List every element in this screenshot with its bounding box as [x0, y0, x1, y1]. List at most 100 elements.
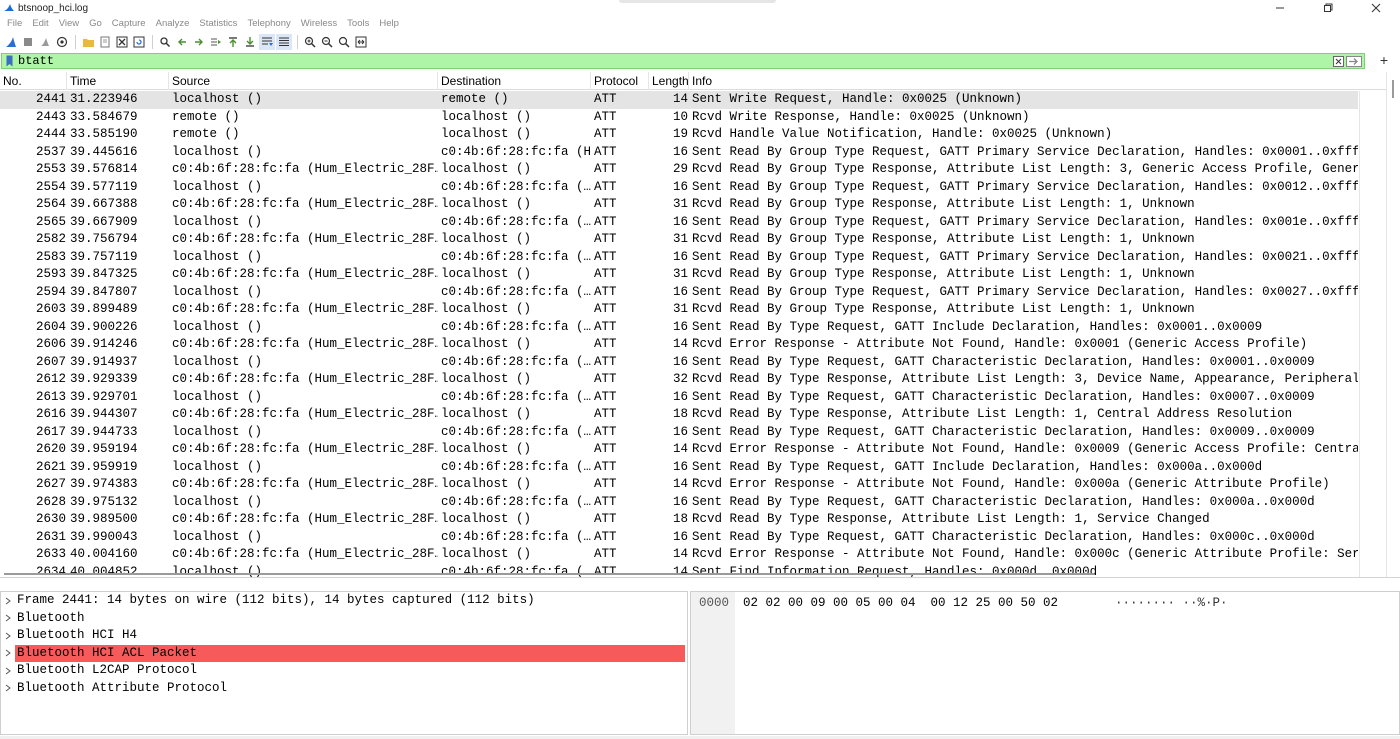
packet-no: 2631	[35, 529, 66, 544]
open-file-button[interactable]	[80, 34, 96, 50]
vertical-scroll-thumb[interactable]	[1392, 80, 1394, 98]
packet-row[interactable]: 2633 40.004160 c0:4b:6f:28:fc:fa (Hum_Elec…	[0, 546, 1358, 564]
bytes-hex[interactable]: 02 02 00 09 00 05 00 04 00 12 25 00 50 0…	[743, 595, 1058, 611]
restore-button[interactable]	[1304, 0, 1352, 16]
packet-row[interactable]: 2606 39.914246 c0:4b:6f:28:fc:fa (Hum_Elec…	[0, 336, 1358, 354]
close-file-button[interactable]	[114, 34, 130, 50]
detail-row-att[interactable]: Bluetooth Attribute Protocol	[1, 680, 687, 698]
resize-columns-button[interactable]	[353, 34, 369, 50]
find-packet-button[interactable]	[157, 34, 173, 50]
start-capture-button[interactable]	[3, 34, 19, 50]
menu-capture[interactable]: Capture	[107, 16, 151, 32]
filter-bookmark-button[interactable]	[4, 54, 15, 68]
stop-capture-button[interactable]	[20, 34, 36, 50]
reload-file-button[interactable]	[131, 34, 147, 50]
expand-chevron-icon[interactable]	[1, 680, 15, 698]
packet-row[interactable]: 2553 39.576814 c0:4b:6f:28:fc:fa (Hum_Elec…	[0, 161, 1358, 179]
colorize-button[interactable]	[276, 34, 292, 50]
zoom-in-button[interactable]	[302, 34, 318, 50]
packet-row[interactable]: 2607 39.914937 localhost () c0:4b:6f:28:fc:…	[0, 354, 1358, 372]
menu-view[interactable]: View	[54, 16, 84, 32]
packet-info: Rcvd Read By Group Type Response, Attrib…	[692, 232, 1195, 246]
detail-row-frame[interactable]: Frame 2441: 14 bytes on wire (112 bits),…	[1, 592, 687, 610]
packet-row[interactable]: 2604 39.900226 localhost () c0:4b:6f:28:fc:…	[0, 319, 1358, 337]
expand-chevron-icon[interactable]	[1, 645, 15, 663]
bytes-ascii[interactable]: ········ ··%·P·	[1115, 595, 1228, 611]
packet-row[interactable]: 2565 39.667909 localhost () c0:4b:6f:28:fc:…	[0, 214, 1358, 232]
go-to-packet-button[interactable]	[208, 34, 224, 50]
column-header-length[interactable]: Length	[649, 72, 689, 90]
menu-analyze[interactable]: Analyze	[151, 16, 195, 32]
expand-chevron-icon[interactable]	[1, 592, 15, 610]
packet-row[interactable]: 2603 39.899489 c0:4b:6f:28:fc:fa (Hum_Elec…	[0, 301, 1358, 319]
zoom-out-button[interactable]	[319, 34, 335, 50]
clear-filter-icon[interactable]	[1333, 56, 1344, 67]
snap-layout-handle[interactable]	[619, 0, 776, 3]
packet-row[interactable]: 2612 39.929339 c0:4b:6f:28:fc:fa (Hum_Elec…	[0, 371, 1358, 389]
close-window-button[interactable]	[1352, 0, 1400, 16]
column-header-protocol[interactable]: Protocol	[591, 72, 649, 90]
packet-row[interactable]: 2554 39.577119 localhost () c0:4b:6f:28:fc:…	[0, 179, 1358, 197]
packet-row[interactable]: 2444 33.585190 remote () localhost () ATT 19 R…	[0, 126, 1358, 144]
apply-filter-arrow-icon[interactable]	[1346, 56, 1362, 67]
zoom-normal-button[interactable]	[336, 34, 352, 50]
packet-row[interactable]: 2620 39.959194 c0:4b:6f:28:fc:fa (Hum_Elec…	[0, 441, 1358, 459]
packet-row[interactable]: 2631 39.990043 localhost () c0:4b:6f:28:fc:…	[0, 529, 1358, 547]
display-filter-input[interactable]	[15, 54, 1315, 68]
packet-row[interactable]: 2616 39.944307 c0:4b:6f:28:fc:fa (Hum_Elec…	[0, 406, 1358, 424]
packet-row[interactable]: 2564 39.667388 c0:4b:6f:28:fc:fa (Hum_Elec…	[0, 196, 1358, 214]
autoscroll-button[interactable]	[259, 34, 275, 50]
packet-row[interactable]: 2582 39.756794 c0:4b:6f:28:fc:fa (Hum_Elec…	[0, 231, 1358, 249]
packet-row[interactable]: 2621 39.959919 localhost () c0:4b:6f:28:fc:…	[0, 459, 1358, 477]
go-forward-button[interactable]	[191, 34, 207, 50]
menu-wireless[interactable]: Wireless	[296, 16, 342, 32]
column-header-info[interactable]: Info	[689, 72, 1386, 90]
expand-chevron-icon[interactable]	[1, 610, 15, 628]
column-header-time[interactable]: Time	[67, 72, 169, 90]
column-header-no[interactable]: No.	[0, 72, 67, 90]
save-file-button[interactable]	[97, 34, 113, 50]
menu-go[interactable]: Go	[84, 16, 107, 32]
packet-row[interactable]: 2593 39.847325 c0:4b:6f:28:fc:fa (Hum_Elec…	[0, 266, 1358, 284]
menu-edit[interactable]: Edit	[27, 16, 53, 32]
packet-list-horizontal-scrollbar[interactable]	[0, 570, 1386, 577]
go-back-button[interactable]	[174, 34, 190, 50]
packet-row[interactable]: 2630 39.989500 c0:4b:6f:28:fc:fa (Hum_Elec…	[0, 511, 1358, 529]
column-header-source[interactable]: Source	[169, 72, 438, 90]
menu-help[interactable]: Help	[374, 16, 404, 32]
expand-chevron-icon[interactable]	[1, 662, 15, 680]
packet-destination: c0:4b:6f:28:fc:fa (…	[441, 494, 591, 509]
menu-telephony[interactable]: Telephony	[242, 16, 295, 32]
packet-info: Sent Read By Type Request, GATT Characte…	[692, 354, 1315, 369]
go-last-button[interactable]	[242, 34, 258, 50]
packet-time: 39.959194	[70, 442, 138, 456]
packet-row[interactable]: 2443 33.584679 remote () localhost () ATT 10 R…	[0, 109, 1358, 127]
packet-list-vertical-scrollbar[interactable]	[1386, 72, 1400, 577]
horizontal-scroll-thumb[interactable]	[4, 573, 1094, 575]
packet-row[interactable]: 2537 39.445616 localhost () c0:4b:6f:28:fc:…	[0, 144, 1358, 162]
menu-file[interactable]: File	[2, 16, 27, 32]
expand-chevron-icon[interactable]	[1, 627, 15, 645]
packet-row[interactable]: 2627 39.974383 c0:4b:6f:28:fc:fa (Hum_Elec…	[0, 476, 1358, 494]
detail-row-l2cap[interactable]: Bluetooth L2CAP Protocol	[1, 662, 687, 680]
packet-row[interactable]: 2583 39.757119 localhost () c0:4b:6f:28:fc:…	[0, 249, 1358, 267]
packet-row[interactable]: 2628 39.975132 localhost () c0:4b:6f:28:fc:…	[0, 494, 1358, 512]
packet-row[interactable]: 2594 39.847807 localhost () c0:4b:6f:28:fc:…	[0, 284, 1358, 302]
menu-statistics[interactable]: Statistics	[194, 16, 242, 32]
go-first-button[interactable]	[225, 34, 241, 50]
detail-row-hci-acl[interactable]: Bluetooth HCI ACL Packet	[1, 644, 687, 663]
add-filter-button[interactable]: +	[1378, 53, 1390, 69]
packet-source: c0:4b:6f:28:fc:fa (Hum_Electric_28F…	[172, 477, 438, 491]
packet-row[interactable]: 2613 39.929701 localhost () c0:4b:6f:28:fc:…	[0, 389, 1358, 407]
menu-tools[interactable]: Tools	[342, 16, 374, 32]
detail-row-bluetooth[interactable]: Bluetooth	[1, 610, 687, 628]
column-header-destination[interactable]: Destination	[438, 72, 591, 90]
packet-row[interactable]: 2617 39.944733 localhost () c0:4b:6f:28:fc:…	[0, 424, 1358, 442]
packet-row[interactable]: 2441 31.223946 localhost () remote () ATT 14 S…	[0, 91, 1358, 109]
minimize-button[interactable]	[1256, 0, 1304, 16]
detail-row-hci-h4[interactable]: Bluetooth HCI H4	[1, 627, 687, 645]
restart-capture-button[interactable]	[37, 34, 53, 50]
bytes-offset-gutter	[691, 592, 735, 734]
capture-options-button[interactable]	[54, 34, 70, 50]
packet-minimap[interactable]	[1359, 91, 1386, 577]
